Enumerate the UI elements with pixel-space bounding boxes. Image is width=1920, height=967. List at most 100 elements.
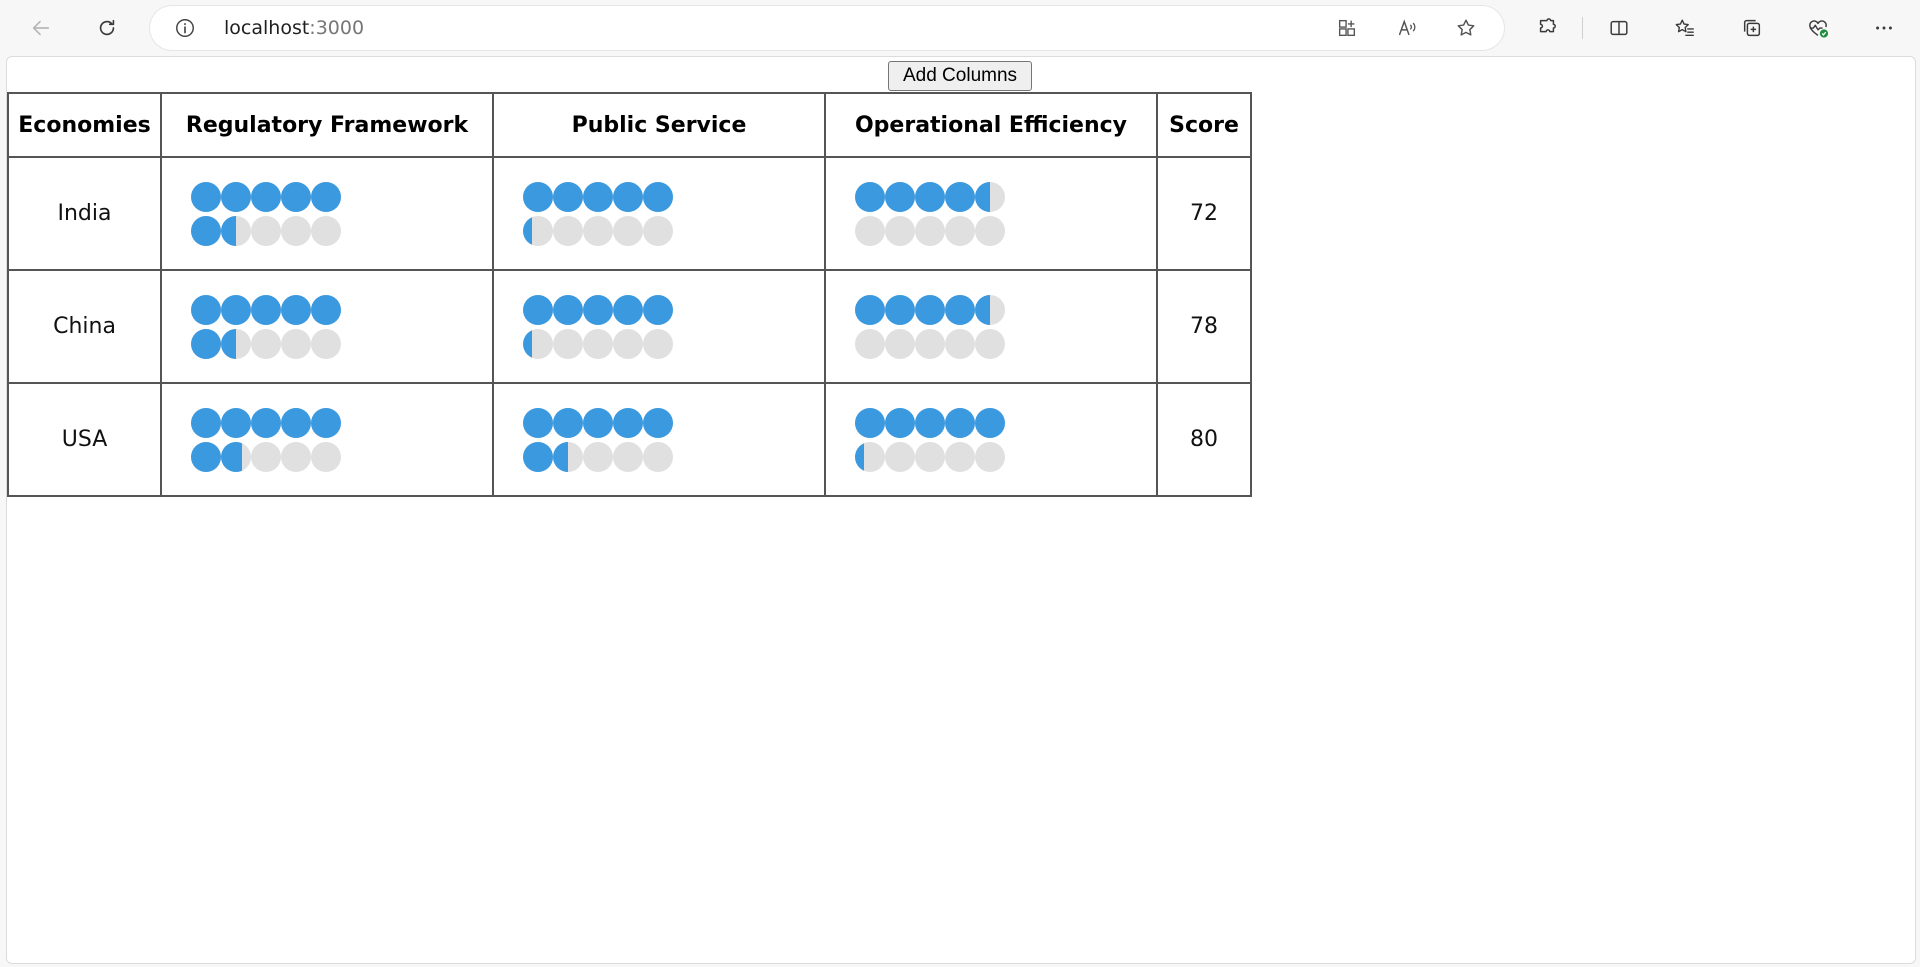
rating-dot: [945, 441, 975, 472]
rating-dot: [643, 328, 673, 359]
rating-dot: [583, 441, 613, 472]
rating-dot: [945, 215, 975, 246]
rating-dot: [281, 407, 311, 438]
heart-pulse-icon: [1809, 20, 1829, 38]
back-button[interactable]: [23, 10, 59, 46]
rating-dot: [311, 328, 341, 359]
read-aloud-icon[interactable]: [1394, 15, 1420, 41]
rating-dot: [945, 181, 975, 212]
split-screen-icon: [1610, 20, 1628, 36]
dot-row: [523, 407, 824, 438]
rating-dot: [281, 181, 311, 212]
rating-dot: [975, 215, 1005, 246]
rating-dot: [613, 294, 643, 325]
rating-dot: [613, 181, 643, 212]
regulatory-framework-rating: [160, 156, 494, 271]
rating-dot: [855, 441, 885, 472]
browser-toolbar: localhost:3000: [0, 0, 1920, 56]
rating-dot: [885, 441, 915, 472]
rating-dot: [855, 294, 885, 325]
refresh-icon: [99, 19, 115, 36]
rating-dot: [613, 215, 643, 246]
rating-dot: [855, 181, 885, 212]
rating-dot: [643, 294, 673, 325]
rating-dot: [975, 294, 1005, 325]
rating-dot: [915, 294, 945, 325]
page-viewport: Add Columns Economies Regulatory Framewo…: [6, 56, 1916, 964]
regulatory-framework-rating: [160, 382, 494, 497]
dot-row: [855, 407, 1156, 438]
rating-dot: [975, 407, 1005, 438]
rating-dot: [643, 441, 673, 472]
rating-dot: [221, 294, 251, 325]
rating-dot: [613, 441, 643, 472]
rating-dot: [281, 215, 311, 246]
rating-dot: [523, 294, 553, 325]
rating-dot: [975, 328, 1005, 359]
header-operational-efficiency: Operational Efficiency: [824, 92, 1158, 158]
header-public-service: Public Service: [492, 92, 826, 158]
dot-row: [191, 407, 492, 438]
arrow-left-icon: [32, 20, 50, 36]
dot-row: [523, 441, 824, 472]
rating-dot: [221, 215, 251, 246]
rating-dot: [613, 328, 643, 359]
settings-more-button[interactable]: [1866, 10, 1902, 46]
collections-button[interactable]: [1734, 10, 1770, 46]
rating-dot: [523, 215, 553, 246]
dot-row: [855, 441, 1156, 472]
rating-dot: [975, 181, 1005, 212]
rating-dot: [281, 441, 311, 472]
rating-dot: [885, 181, 915, 212]
dot-row: [191, 441, 492, 472]
rating-dot: [613, 407, 643, 438]
rating-dot: [915, 328, 945, 359]
rating-dot: [643, 215, 673, 246]
url-text[interactable]: localhost:3000: [224, 17, 364, 39]
rating-dot: [191, 328, 221, 359]
economy-name: China: [7, 269, 162, 384]
rating-dot: [885, 328, 915, 359]
address-bar[interactable]: localhost:3000: [150, 6, 1504, 50]
rating-dot: [221, 328, 251, 359]
rating-dot: [915, 441, 945, 472]
favorite-star-icon[interactable]: [1453, 15, 1479, 41]
header-regulatory-framework: Regulatory Framework: [160, 92, 494, 158]
dot-row: [523, 181, 824, 212]
rating-dot: [251, 328, 281, 359]
dot-row: [855, 215, 1156, 246]
public-service-rating: [492, 382, 826, 497]
rating-dot: [311, 441, 341, 472]
rating-dot: [583, 215, 613, 246]
rating-dot: [553, 215, 583, 246]
add-columns-button[interactable]: Add Columns: [888, 61, 1032, 91]
favorites-button[interactable]: [1667, 10, 1703, 46]
dot-row: [855, 181, 1156, 212]
refresh-button[interactable]: [89, 10, 125, 46]
public-service-rating: [492, 156, 826, 271]
rating-dot: [191, 407, 221, 438]
app-available-icon[interactable]: [1334, 15, 1360, 41]
rating-dot: [885, 215, 915, 246]
dot-row: [523, 215, 824, 246]
rating-dot: [945, 407, 975, 438]
rating-dot: [915, 181, 945, 212]
rating-dot: [311, 181, 341, 212]
rating-dot: [915, 407, 945, 438]
rating-dot: [553, 181, 583, 212]
split-screen-button[interactable]: [1601, 10, 1637, 46]
score-value: 78: [1156, 269, 1252, 384]
browser-essentials-button[interactable]: [1800, 10, 1836, 46]
rating-dot: [643, 181, 673, 212]
extensions-button[interactable]: [1529, 10, 1565, 46]
dot-row: [523, 328, 824, 359]
rating-dot: [251, 441, 281, 472]
rating-dot: [583, 294, 613, 325]
rating-dot: [975, 441, 1005, 472]
site-info-icon[interactable]: [174, 17, 196, 39]
rating-dot: [553, 328, 583, 359]
rating-dot: [221, 441, 251, 472]
regulatory-framework-rating: [160, 269, 494, 384]
header-score: Score: [1156, 92, 1252, 158]
rating-dot: [191, 181, 221, 212]
